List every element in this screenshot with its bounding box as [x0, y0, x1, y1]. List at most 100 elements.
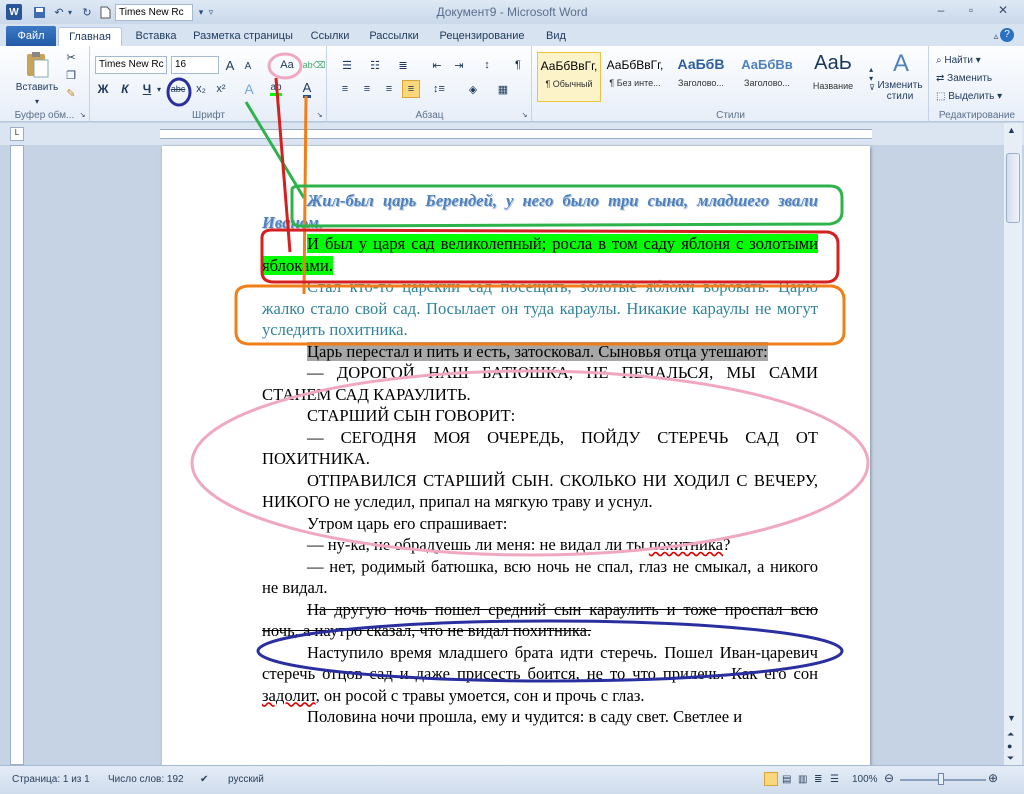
close-icon[interactable]: ✕ — [990, 3, 1016, 21]
draft-icon[interactable]: ☰ — [830, 774, 839, 785]
find-button[interactable]: ⌕ Найти ▾ — [936, 52, 1020, 68]
style-heading-1[interactable]: АаБбВ Заголово... — [669, 52, 733, 102]
multilevel-list-icon[interactable]: ≣ — [392, 56, 414, 74]
tab-mailings[interactable]: Рассылки — [362, 27, 426, 46]
copy-icon[interactable]: ❐ — [64, 68, 78, 82]
paragraph-launcher-icon[interactable]: ↘ — [520, 110, 529, 119]
highlight-color-icon[interactable]: ab — [267, 80, 285, 98]
style-heading-2[interactable]: АаБбВв Заголово... — [735, 52, 799, 102]
change-styles-button[interactable]: Изменить стили — [873, 80, 927, 102]
vertical-ruler[interactable] — [10, 145, 24, 765]
paste-button[interactable]: Вставить — [12, 80, 62, 94]
web-layout-icon[interactable]: ▥ — [798, 774, 807, 785]
subscript-button[interactable]: x₂ — [193, 80, 209, 98]
paragraph-14[interactable]: Половина ночи прошла, ему и чудится: в с… — [262, 706, 818, 728]
font-color-icon[interactable]: A — [299, 80, 315, 98]
font-name-combo[interactable]: Times New Rc — [95, 56, 167, 74]
word-count[interactable]: Число слов: 192 — [108, 774, 184, 785]
print-layout-icon[interactable] — [764, 772, 778, 786]
align-center-icon[interactable]: ≡ — [358, 80, 376, 98]
zoom-out-icon[interactable]: ⊖ — [884, 771, 894, 785]
increase-indent-icon[interactable]: ⇥ — [450, 56, 468, 74]
decrease-indent-icon[interactable]: ⇤ — [428, 56, 446, 74]
tab-home[interactable]: Главная — [58, 27, 122, 46]
horizontal-ruler[interactable]: L — [0, 123, 1024, 145]
paste-icon[interactable] — [22, 50, 52, 80]
borders-icon[interactable]: ▦ — [492, 80, 514, 98]
language-indicator[interactable]: русский — [228, 774, 264, 785]
sort-icon[interactable]: ↕ — [478, 56, 496, 74]
scroll-thumb[interactable] — [1006, 153, 1020, 223]
style-title[interactable]: АаЬ Название — [801, 52, 865, 102]
paragraph-5[interactable]: — Дорогой наш батюшка, не печалься, мы с… — [262, 362, 818, 405]
paragraph-7[interactable]: — Сегодня моя очередь, пойду стеречь сад… — [262, 427, 818, 470]
shaded-text[interactable]: Царь перестал и пить и есть, затосковал.… — [307, 341, 768, 361]
font-launcher-icon[interactable]: ↘ — [315, 110, 324, 119]
paragraph-3[interactable]: Стал кто-то царский сад посещать, золоты… — [262, 276, 818, 341]
italic-button[interactable]: К — [117, 80, 133, 98]
highlighted-text[interactable]: И был у царя сад великолепный; росла в т… — [262, 234, 818, 275]
paragraph-10[interactable]: — ну-ка, не обрадуешь ли меня: не видал … — [262, 534, 818, 556]
tab-references[interactable]: Ссылки — [304, 27, 356, 46]
next-page-icon[interactable]: ⏷ — [1007, 753, 1014, 764]
format-painter-icon[interactable]: ✎ — [64, 86, 78, 100]
paragraph-12[interactable]: На другую ночь пошел средний сын караули… — [262, 599, 818, 642]
scroll-down-icon[interactable]: ▼ — [1007, 713, 1016, 723]
paragraph-2[interactable]: И был у царя сад великолепный; росла в т… — [262, 233, 818, 276]
bold-button[interactable]: Ж — [95, 80, 111, 98]
grow-font-button[interactable]: A — [223, 56, 237, 74]
browse-object-icon[interactable]: ● — [1007, 741, 1012, 751]
style-no-spacing[interactable]: АаБбВвГг, ¶ Без инте... — [603, 52, 667, 102]
clipboard-launcher-icon[interactable]: ↘ — [78, 110, 87, 119]
paragraph-9[interactable]: Утром царь его спрашивает: — [262, 513, 818, 535]
replace-button[interactable]: ⇄ Заменить — [936, 70, 1020, 86]
spelling-error[interactable]: задолит — [262, 686, 316, 705]
select-button[interactable]: ⬚ Выделить ▾ — [936, 88, 1020, 104]
tab-view[interactable]: Вид — [538, 27, 574, 46]
zoom-in-icon[interactable]: ⊕ — [988, 771, 998, 785]
paragraph-8[interactable]: Отправился старший сын. Сколько ни ходил… — [262, 470, 818, 513]
show-marks-icon[interactable]: ¶ — [510, 56, 526, 74]
numbering-icon[interactable]: ☷ — [364, 56, 386, 74]
style-normal[interactable]: АаБбВвГг, ¶ Обычный — [537, 52, 601, 102]
bullets-icon[interactable]: ☰ — [336, 56, 358, 74]
full-screen-icon[interactable]: ▤ — [782, 774, 791, 785]
zoom-level[interactable]: 100% — [852, 774, 878, 785]
tab-file[interactable]: Файл — [6, 26, 56, 46]
tab-insert[interactable]: Вставка — [128, 27, 184, 46]
tab-page-layout[interactable]: Разметка страницы — [188, 27, 298, 46]
tab-review[interactable]: Рецензирование — [432, 27, 532, 46]
paragraph-11[interactable]: — нет, родимый батюшка, всю ночь не спал… — [262, 556, 818, 599]
ruler-scale[interactable] — [160, 129, 872, 139]
paragraph-13[interactable]: Наступило время младшего брата идти стер… — [262, 642, 818, 707]
document-body[interactable]: Жил-был царь Берендей, у него было три с… — [262, 190, 818, 728]
shrink-font-button[interactable]: A — [241, 58, 255, 74]
page-count[interactable]: Страница: 1 из 1 — [12, 774, 90, 785]
change-styles-icon[interactable]: A — [883, 50, 919, 78]
align-right-icon[interactable]: ≡ — [380, 80, 398, 98]
paragraph-6[interactable]: Старший сын говорит: — [262, 405, 818, 427]
paragraph-1[interactable]: Жил-был царь Берендей, у него было три с… — [262, 190, 818, 233]
tab-selector-icon[interactable]: L — [10, 127, 24, 141]
minimize-icon[interactable]: – — [928, 3, 954, 21]
font-size-combo[interactable]: 16 — [171, 56, 219, 74]
zoom-slider-thumb[interactable] — [938, 773, 944, 785]
text-effects-icon[interactable]: A — [241, 80, 257, 98]
maximize-icon[interactable]: ▫ — [958, 3, 984, 21]
document-page[interactable]: Жил-был царь Берендей, у него было три с… — [162, 146, 870, 786]
vertical-scrollbar[interactable]: ▲ ▼ ⏶ ● ⏷ — [1004, 123, 1022, 765]
paragraph-4[interactable]: Царь перестал и пить и есть, затосковал.… — [262, 341, 818, 363]
scroll-up-icon[interactable]: ▲ — [1007, 125, 1016, 135]
shading-icon[interactable]: ◈ — [462, 80, 484, 98]
change-case-button[interactable]: Aa — [273, 56, 301, 74]
underline-button[interactable]: Ч — [139, 80, 155, 98]
prev-page-icon[interactable]: ⏶ — [1007, 729, 1014, 740]
clear-formatting-icon[interactable]: ab⌫ — [303, 56, 326, 74]
cut-icon[interactable]: ✂ — [64, 50, 78, 64]
superscript-button[interactable]: x² — [213, 80, 229, 98]
strikethrough-button[interactable]: abc — [167, 80, 189, 98]
align-left-icon[interactable]: ≡ — [336, 80, 354, 98]
outline-icon[interactable]: ≣ — [814, 774, 822, 785]
proofing-icon[interactable]: ✔ — [200, 774, 208, 785]
justify-icon[interactable]: ≡ — [402, 80, 420, 98]
